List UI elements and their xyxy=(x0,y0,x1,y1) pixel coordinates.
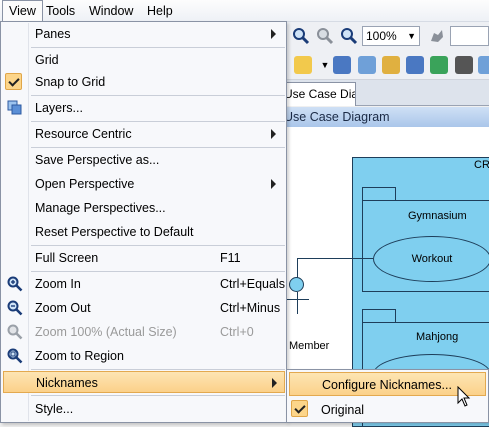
menu-separator xyxy=(31,147,285,148)
association-line xyxy=(297,258,373,259)
menu-tools[interactable]: Tools xyxy=(40,0,81,22)
chevron-down-icon: ▼ xyxy=(407,31,416,41)
menu-window[interactable]: Window xyxy=(83,0,139,22)
menu-item-label: Zoom 100% (Actual Size) xyxy=(35,325,177,339)
submenu-arrow-icon xyxy=(272,378,277,388)
actor-arms xyxy=(287,299,309,300)
run-icon[interactable] xyxy=(455,56,473,74)
actor-label: Member xyxy=(289,340,330,352)
package-title: Gymnasium xyxy=(408,210,467,222)
menu-view[interactable]: View xyxy=(2,0,43,22)
usecase-label: Workout xyxy=(411,253,453,265)
zoom-actual-icon[interactable] xyxy=(340,27,358,45)
zoom-actual-icon xyxy=(7,324,23,340)
menu-separator xyxy=(31,369,285,370)
menu-item-shortcut: Ctrl+Equals xyxy=(220,277,285,291)
generate-icon[interactable] xyxy=(430,56,448,74)
menu-help[interactable]: Help xyxy=(141,0,179,22)
submenu-arrow-icon xyxy=(271,179,276,189)
menu-item-panes[interactable]: Panes xyxy=(3,23,285,45)
menu-item-label: Grid xyxy=(35,53,59,67)
menu-item-label: Nicknames xyxy=(36,376,98,390)
checkmark-icon xyxy=(291,400,308,417)
package-title: Mahjong xyxy=(416,331,459,343)
dropdown-arrow-icon[interactable]: ▼ xyxy=(316,56,334,74)
menu-item-save-perspective[interactable]: Save Perspective as... xyxy=(3,149,285,171)
checkmark-icon xyxy=(5,73,22,90)
menu-item-label: Style... xyxy=(35,402,74,416)
actor-icon[interactable] xyxy=(289,277,304,292)
tab-use-case-diagram[interactable]: Use Case Diagram xyxy=(278,82,356,106)
export-icon[interactable] xyxy=(358,56,376,74)
menu-separator xyxy=(31,121,285,122)
hierarchy-icon[interactable] xyxy=(382,56,400,74)
menu-item-manage-perspectives[interactable]: Manage Perspectives... xyxy=(3,197,285,219)
zoom-in-icon[interactable] xyxy=(292,27,310,45)
actor-body xyxy=(297,292,298,314)
menu-item-grid[interactable]: Grid xyxy=(3,49,285,71)
layers-icon xyxy=(7,100,23,116)
tab-label: Use Case Diagram xyxy=(284,87,355,101)
view-menu: Panes Grid Snap to Grid Layers... Resour… xyxy=(0,21,287,423)
menu-item-style[interactable]: Style... xyxy=(3,398,285,420)
menu-item-label: Zoom Out xyxy=(35,301,91,315)
zoom-in-icon xyxy=(7,276,23,292)
menu-item-label: Save Perspective as... xyxy=(35,153,160,167)
search-input[interactable] xyxy=(450,26,489,46)
hand-icon[interactable] xyxy=(428,27,446,45)
menu-item-label: Resource Centric xyxy=(35,127,132,141)
menu-item-label: Manage Perspectives... xyxy=(35,201,166,215)
menu-item-full-screen[interactable]: Full Screen F11 xyxy=(3,247,285,269)
menu-item-snap-to-grid[interactable]: Snap to Grid xyxy=(3,71,285,93)
menu-item-label: Panes xyxy=(35,27,71,41)
menu-item-label: Full Screen xyxy=(35,251,99,265)
menu-separator xyxy=(31,95,285,96)
menu-item-shortcut: F11 xyxy=(220,251,241,265)
zoom-region-icon xyxy=(7,348,23,364)
menu-item-reset-perspective[interactable]: Reset Perspective to Default xyxy=(3,221,285,243)
zoom-out-icon[interactable] xyxy=(316,27,334,45)
model-icon[interactable] xyxy=(406,56,424,74)
menu-item-shortcut: Ctrl+Minus xyxy=(220,301,281,315)
association-line xyxy=(297,258,298,278)
menu-item-zoom-in[interactable]: Zoom In Ctrl+Equals xyxy=(3,273,285,295)
menu-item-label: Original xyxy=(321,403,365,417)
menu-item-label: Configure Nicknames... xyxy=(322,378,452,392)
zoom-value: 100% xyxy=(366,29,397,43)
network-icon[interactable] xyxy=(478,56,489,74)
menu-item-label: Zoom In xyxy=(35,277,81,291)
diagram-header: Use Case Diagram xyxy=(278,107,489,127)
menu-separator xyxy=(31,245,285,246)
menu-item-label: Layers... xyxy=(35,101,83,115)
system-label: CR xyxy=(474,159,489,171)
usecase-workout[interactable]: Workout xyxy=(373,236,489,282)
menu-separator xyxy=(31,47,285,48)
submenu-arrow-icon xyxy=(271,29,276,39)
package-tab xyxy=(362,187,396,201)
menu-item-nicknames[interactable]: Nicknames xyxy=(3,371,285,393)
menu-item-label: Reset Perspective to Default xyxy=(35,225,194,239)
menu-item-resource-centric[interactable]: Resource Centric xyxy=(3,123,285,145)
menu-item-shortcut: Ctrl+0 xyxy=(220,325,254,339)
menu-item-label: Snap to Grid xyxy=(35,75,106,89)
menu-item-label: Open Perspective xyxy=(35,177,135,191)
menu-item-layers[interactable]: Layers... xyxy=(3,97,285,119)
zoom-out-icon xyxy=(7,300,23,316)
menu-bar: View Tools Window Help xyxy=(0,0,489,22)
menu-item-zoom-100: Zoom 100% (Actual Size) Ctrl+0 xyxy=(3,321,285,343)
menu-item-open-perspective[interactable]: Open Perspective xyxy=(3,173,285,195)
submenu-arrow-icon xyxy=(271,129,276,139)
menu-separator xyxy=(31,271,285,272)
menu-separator xyxy=(31,395,285,396)
package-tab xyxy=(362,309,396,323)
toolbar-tool-icon[interactable] xyxy=(294,56,312,74)
mouse-cursor-icon xyxy=(457,385,471,408)
ddl-icon[interactable] xyxy=(333,56,351,74)
menu-item-label: Zoom to Region xyxy=(35,349,124,363)
zoom-combo[interactable]: 100% ▼ xyxy=(362,26,420,46)
menu-item-zoom-out[interactable]: Zoom Out Ctrl+Minus xyxy=(3,297,285,319)
menu-item-zoom-to-region[interactable]: Zoom to Region xyxy=(3,345,285,367)
